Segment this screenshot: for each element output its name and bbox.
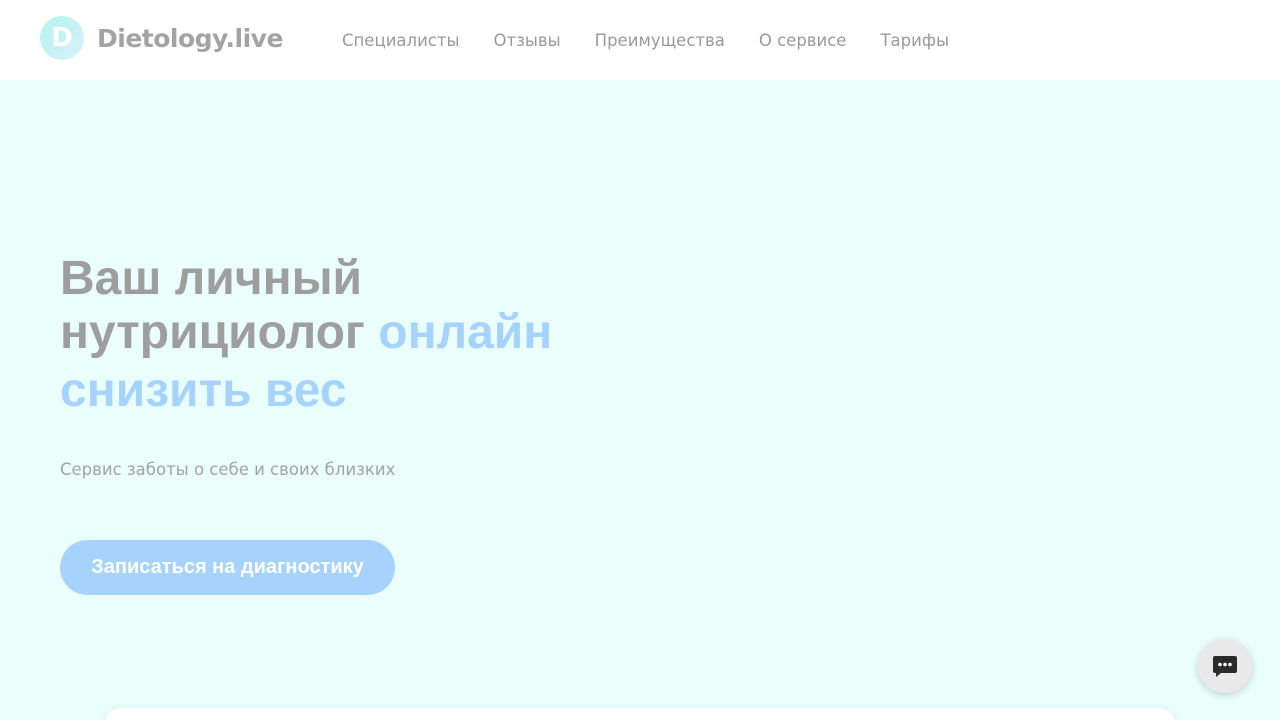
hero-title: Ваш личный нутрициолог онлайн снизить ве… — [60, 252, 680, 422]
main-nav: Специалисты Отзывы Преимущества О сервис… — [342, 0, 983, 80]
nav-item-specialists[interactable]: Специалисты — [342, 31, 460, 50]
logo[interactable]: D Dietology.live — [40, 16, 283, 60]
nav-item-about[interactable]: О сервисе — [759, 31, 847, 50]
nav-item-reviews[interactable]: Отзывы — [494, 31, 561, 50]
content-card — [104, 708, 1176, 720]
book-diagnostics-button[interactable]: Записаться на диагностику — [60, 540, 395, 595]
hero-subtitle: Сервис заботы о себе и своих близких — [60, 460, 396, 479]
nav-item-pricing[interactable]: Тарифы — [880, 31, 949, 50]
chat-bubble-icon — [1213, 656, 1237, 677]
hero-title-line1: Ваш личный — [60, 252, 363, 305]
hero-title-accent: онлайн — [378, 306, 553, 359]
hero-title-rotating-goal: снизить вес — [60, 364, 347, 417]
logo-mark-icon: D — [40, 16, 84, 60]
hero-title-line2: нутрициолог — [60, 306, 365, 359]
nav-item-advantages[interactable]: Преимущества — [595, 31, 725, 50]
logo-text: Dietology.live — [97, 23, 283, 53]
chat-widget-button[interactable] — [1198, 639, 1252, 693]
site-header: D Dietology.live Специалисты Отзывы Преи… — [0, 0, 1280, 80]
